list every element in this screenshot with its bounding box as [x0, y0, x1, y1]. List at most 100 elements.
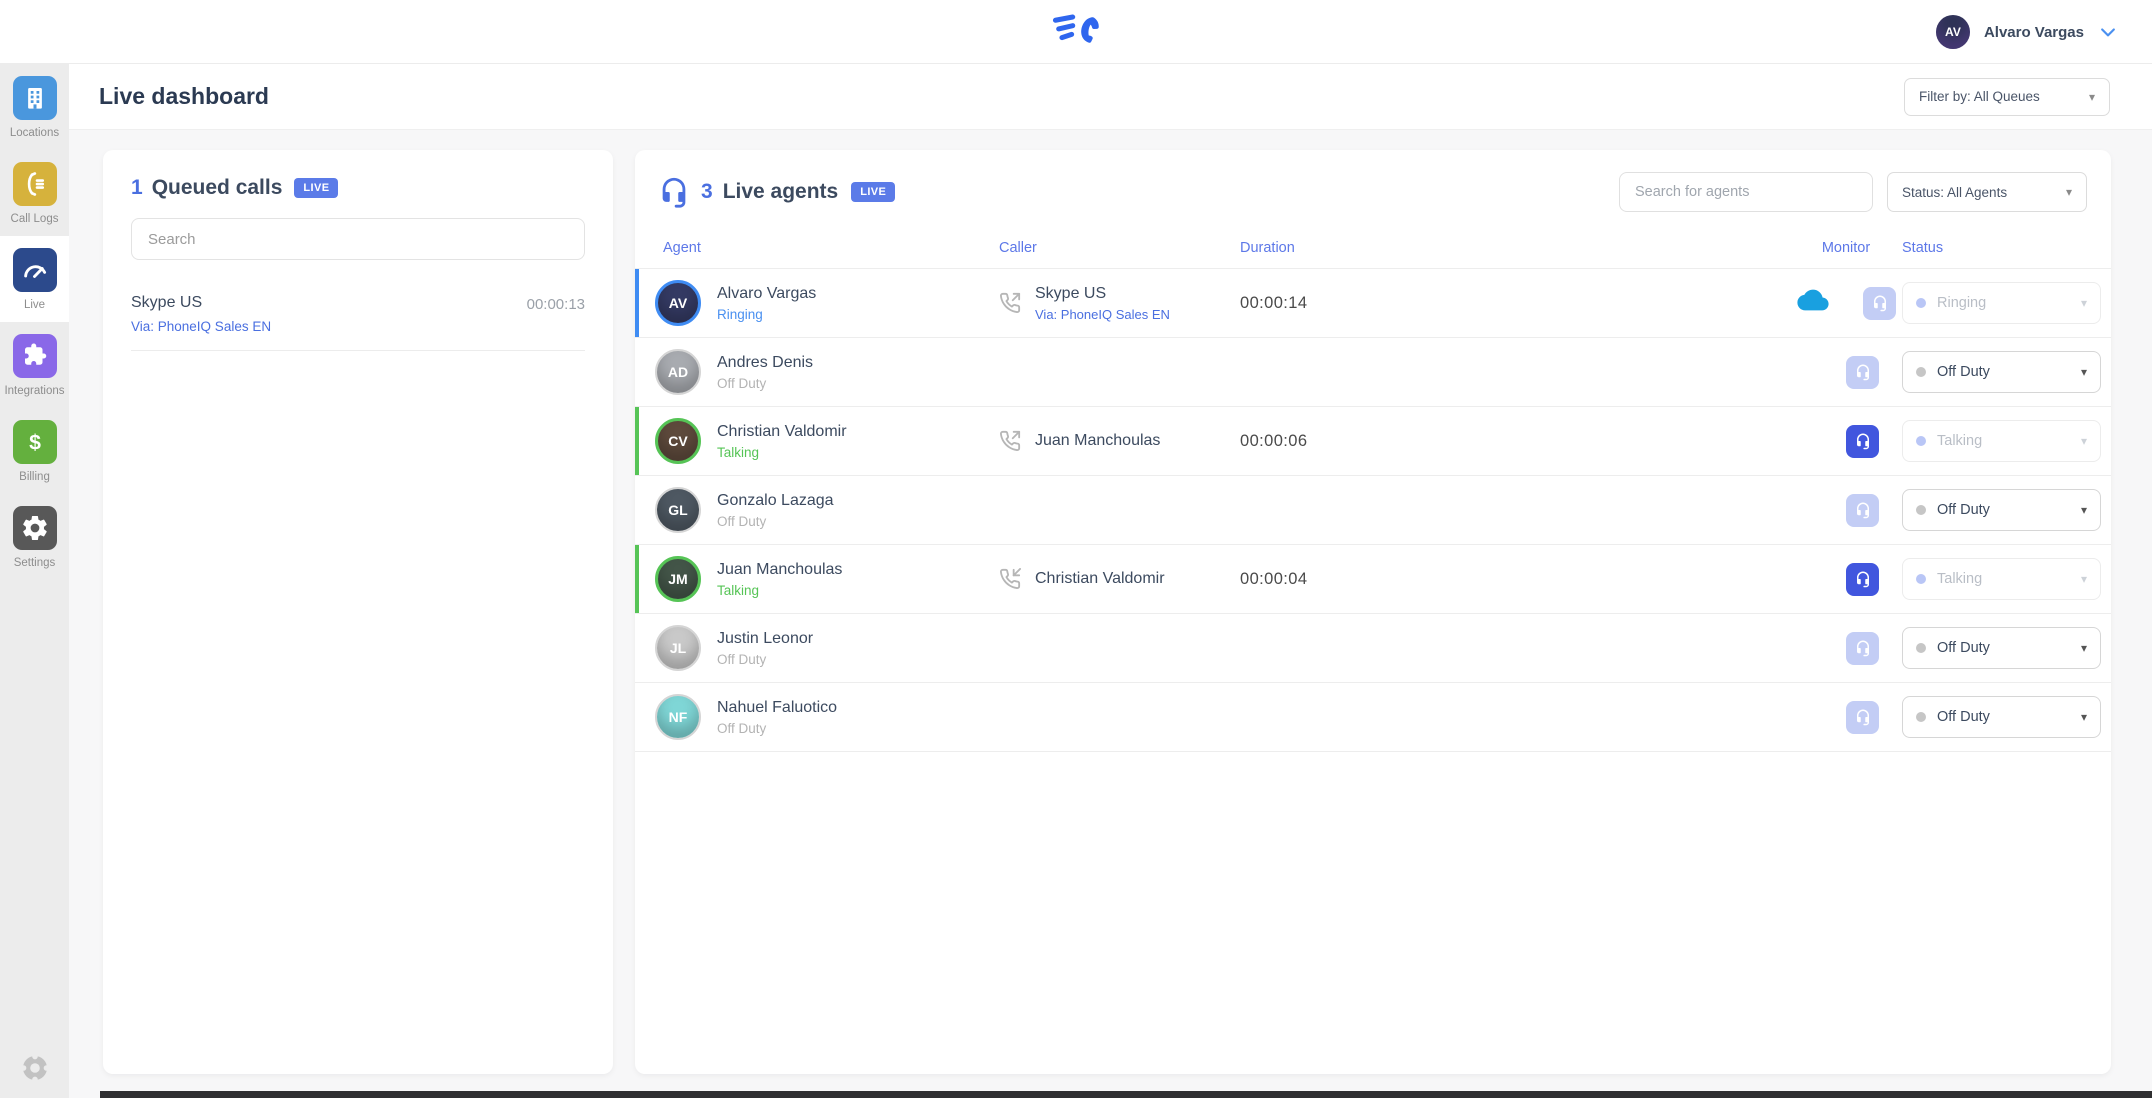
agent-cell: NF Nahuel Faluotico Off Duty	[655, 694, 999, 740]
user-menu[interactable]: AV Alvaro Vargas	[1936, 0, 2118, 64]
agents-search-input[interactable]	[1619, 172, 1873, 212]
sidebar-item-integrations[interactable]: Integrations	[0, 322, 69, 408]
sidebar-item-live[interactable]: Live	[0, 236, 69, 322]
column-caller: Caller	[999, 240, 1240, 256]
call-state-stripe	[635, 614, 639, 682]
help-lifebuoy-icon[interactable]	[0, 1052, 69, 1084]
sidebar-item-call-logs[interactable]: Call Logs	[0, 150, 69, 236]
phoneiq-logo-icon	[1050, 8, 1102, 57]
agent-row: CV Christian Valdomir Talking Juan Manch…	[635, 407, 2111, 476]
sidebar-item-settings[interactable]: Settings	[0, 494, 69, 580]
queue-filter-dropdown[interactable]: Filter by: All Queues ▾	[1904, 78, 2110, 116]
live-dashboard-screen: AV Alvaro Vargas Locations Call Logs Liv…	[0, 0, 2152, 1098]
queued-calls-list: Skype US Via: PhoneIQ Sales EN 00:00:13	[131, 294, 585, 351]
agent-name: Christian Valdomir	[717, 423, 847, 441]
queued-calls-header: 1 Queued calls LIVE	[131, 176, 585, 200]
monitor-button[interactable]	[1846, 494, 1879, 527]
salesforce-cloud-icon[interactable]	[1796, 287, 1830, 320]
chevron-down-icon	[2098, 22, 2118, 42]
agent-avatar: CV	[655, 418, 701, 464]
agent-state: Talking	[717, 445, 847, 460]
agents-table-header: Agent Caller Duration Monitor Status	[635, 240, 2111, 269]
dropdown-caret-icon: ▾	[2081, 710, 2087, 724]
caller-cell: Juan Manchoulas	[999, 430, 1240, 452]
agent-status-dropdown[interactable]: Talking ▾	[1902, 420, 2101, 462]
agent-cell: GL Gonzalo Lazaga Off Duty	[655, 487, 999, 533]
caller-name: Christian Valdomir	[1035, 570, 1165, 588]
monitor-button[interactable]	[1846, 425, 1879, 458]
agent-avatar: NF	[655, 694, 701, 740]
caller-name: Skype US	[1035, 285, 1170, 303]
dropdown-caret-icon: ▾	[2081, 641, 2087, 655]
status-cell: Off Duty ▾	[1902, 627, 2111, 669]
agent-avatar: GL	[655, 487, 701, 533]
billing-icon: $	[13, 420, 57, 464]
live-agents-title: Live agents	[723, 180, 839, 204]
sidebar-item-locations[interactable]: Locations	[0, 64, 69, 150]
caller-cell	[999, 646, 1240, 650]
main-header: Live dashboard Filter by: All Queues ▾	[69, 64, 2152, 130]
agent-row: AD Andres Denis Off Duty Off Duty ▾	[635, 338, 2111, 407]
settings-icon	[13, 506, 57, 550]
agent-row: NF Nahuel Faluotico Off Duty Off Duty ▾	[635, 683, 2111, 752]
agent-cell: JM Juan Manchoulas Talking	[655, 556, 999, 602]
sidebar-item-label: Live	[24, 299, 45, 311]
sidebar-item-label: Call Logs	[11, 213, 59, 225]
call-duration: 00:00:04	[1240, 570, 1790, 589]
queued-call-via: Via: PhoneIQ Sales EN	[131, 319, 271, 334]
status-cell: Talking ▾	[1902, 420, 2111, 462]
queued-call-row[interactable]: Skype US Via: PhoneIQ Sales EN 00:00:13	[131, 294, 585, 351]
agent-status-dropdown[interactable]: Off Duty ▾	[1902, 489, 2101, 531]
agent-avatar: AV	[655, 280, 701, 326]
agent-status-dropdown[interactable]: Off Duty ▾	[1902, 351, 2101, 393]
call-state-stripe	[635, 338, 639, 406]
queued-calls-title: Queued calls	[152, 176, 283, 200]
monitor-button[interactable]	[1846, 356, 1879, 389]
monitor-button[interactable]	[1863, 287, 1896, 320]
agent-state: Off Duty	[717, 721, 837, 736]
agent-status-dropdown[interactable]: Ringing ▾	[1902, 282, 2101, 324]
dropdown-caret-icon: ▾	[2081, 572, 2087, 586]
sidebar: Locations Call Logs Live Integrations $ …	[0, 64, 69, 1098]
status-label: Off Duty	[1937, 502, 2081, 518]
topbar: AV Alvaro Vargas	[0, 0, 2152, 64]
caller-via: Via: PhoneIQ Sales EN	[1035, 307, 1170, 322]
status-label: Ringing	[1937, 295, 2081, 311]
status-filter-dropdown[interactable]: Status: All Agents ▾	[1887, 172, 2087, 212]
user-avatar: AV	[1936, 15, 1970, 49]
agent-status-dropdown[interactable]: Talking ▾	[1902, 558, 2101, 600]
page-title: Live dashboard	[99, 83, 269, 110]
agent-state: Ringing	[717, 307, 816, 322]
agent-status-dropdown[interactable]: Off Duty ▾	[1902, 627, 2101, 669]
dropdown-caret-icon: ▾	[2081, 503, 2087, 517]
live-badge: LIVE	[294, 178, 338, 198]
caller-cell: Christian Valdomir	[999, 568, 1240, 590]
integrations-icon	[13, 334, 57, 378]
status-dot	[1916, 436, 1926, 446]
agent-row: JM Juan Manchoulas Talking Christian Val…	[635, 545, 2111, 614]
agent-row: GL Gonzalo Lazaga Off Duty Off Duty ▾	[635, 476, 2111, 545]
sidebar-item-label: Billing	[19, 471, 50, 483]
monitor-button[interactable]	[1846, 701, 1879, 734]
agent-name: Andres Denis	[717, 354, 813, 372]
locations-icon	[13, 76, 57, 120]
user-name: Alvaro Vargas	[1984, 24, 2084, 41]
queued-calls-search-input[interactable]	[131, 218, 585, 260]
column-monitor: Monitor	[1790, 240, 1902, 256]
live-badge: LIVE	[851, 182, 895, 202]
status-label: Off Duty	[1937, 364, 2081, 380]
caller-name: Juan Manchoulas	[1035, 432, 1160, 450]
dropdown-caret-icon: ▾	[2081, 365, 2087, 379]
monitor-button[interactable]	[1846, 563, 1879, 596]
svg-text:$: $	[29, 430, 41, 454]
dropdown-caret-icon: ▾	[2081, 296, 2087, 310]
sidebar-item-label: Integrations	[4, 385, 64, 397]
live-gauge-icon	[13, 248, 57, 292]
agent-status-dropdown[interactable]: Off Duty ▾	[1902, 696, 2101, 738]
status-label: Off Duty	[1937, 709, 2081, 725]
live-agents-panel: 3 Live agents LIVE Status: All Agents ▾ …	[635, 150, 2111, 1074]
monitor-button[interactable]	[1846, 632, 1879, 665]
caller-cell	[999, 508, 1240, 512]
sidebar-item-billing[interactable]: $ Billing	[0, 408, 69, 494]
agent-cell: AV Alvaro Vargas Ringing	[655, 280, 999, 326]
